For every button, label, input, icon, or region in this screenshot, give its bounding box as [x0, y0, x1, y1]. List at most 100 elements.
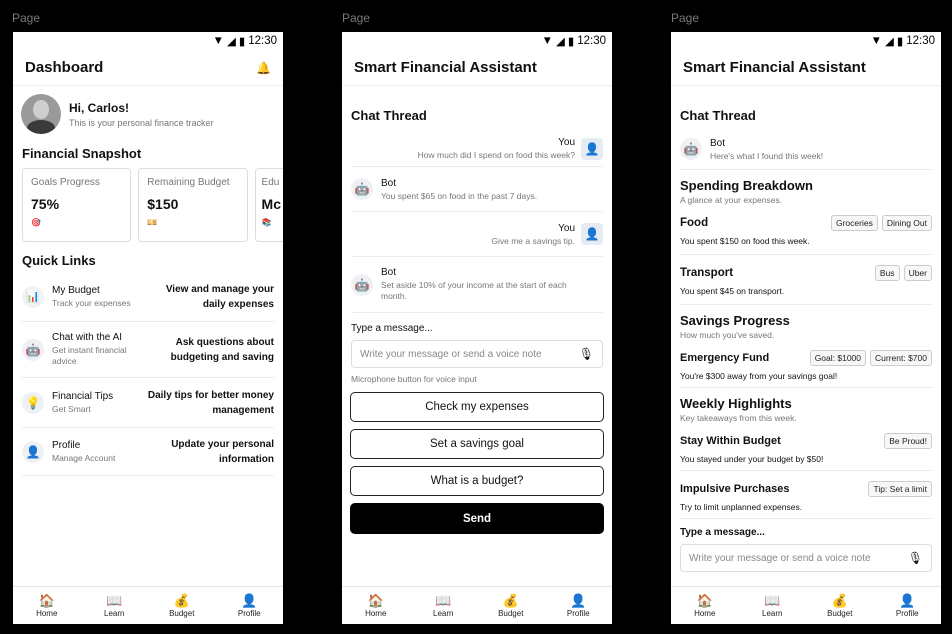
lightbulb-icon: 💡: [22, 391, 44, 414]
user-icon: 👤: [581, 223, 603, 245]
home-icon: 🏠: [38, 593, 55, 608]
page-title: Smart Financial Assistant: [683, 59, 866, 76]
status-bar: ▼ ◢ ▮ 12:30: [671, 32, 941, 50]
microphone-icon[interactable]: 🎙: [579, 347, 594, 361]
page-title: Smart Financial Assistant: [354, 59, 537, 76]
link-subtitle: Get instant financial advice: [52, 345, 127, 366]
message-text: How much did I spend on food this week?: [417, 150, 575, 160]
chat-message-bot: 🤖 Bot You spent $65 on food in the past …: [351, 167, 603, 212]
user-icon: 👤: [570, 593, 587, 608]
microphone-icon[interactable]: 🎙: [908, 551, 923, 565]
book-icon: 📖: [106, 593, 123, 608]
tag-chip[interactable]: Bus: [874, 265, 900, 281]
nav-label: Budget: [169, 609, 195, 618]
section-title-chat-thread: Chat Thread: [351, 108, 427, 123]
snapshot-card-edu[interactable]: Edu Mc 📚: [254, 168, 283, 242]
tag-chip[interactable]: Dining Out: [881, 215, 932, 231]
bottom-nav: 🏠 Home 📖 Learn 💰 Budget 👤 Profile: [13, 586, 283, 624]
nav-profile[interactable]: 👤 Profile: [219, 593, 279, 618]
money-icon: 💴: [147, 218, 158, 227]
type-message-label: Type a message...: [351, 323, 433, 334]
nav-label: Profile: [237, 609, 261, 618]
page-title: Dashboard: [25, 59, 104, 76]
message-sender: You: [558, 137, 575, 148]
wifi-icon: ▼: [212, 35, 225, 47]
section-title-quick-links: Quick Links: [22, 253, 96, 268]
nav-profile[interactable]: 👤 Profile: [548, 593, 608, 618]
user-icon: 👤: [241, 593, 258, 608]
home-icon: 🏠: [367, 593, 384, 608]
book-icon: 📖: [764, 593, 781, 608]
link-subtitle: Track your expenses: [52, 298, 131, 308]
money-bag-icon: 💰: [173, 593, 190, 608]
card-text: You're $300 away from your savings goal!: [680, 371, 838, 381]
tag-chip[interactable]: Be Proud!: [884, 433, 932, 449]
card-label: Goals Progress: [31, 177, 100, 188]
tag-chip[interactable]: Goal: $1000: [809, 350, 867, 366]
card-title: Food: [680, 217, 709, 229]
snapshot-card-goals[interactable]: Goals Progress 75% 🎯: [22, 168, 132, 242]
card-title: Stay Within Budget: [680, 435, 781, 447]
message-text: Set aside 10% of your income at the star…: [381, 280, 567, 301]
nav-budget[interactable]: 💰 Budget: [152, 593, 212, 618]
nav-profile[interactable]: 👤 Profile: [877, 593, 937, 618]
tag-chip[interactable]: Uber: [903, 265, 932, 281]
chat-message-bot: 🤖 Bot Set aside 10% of your income at th…: [351, 257, 603, 313]
message-text: Here's what I found this week!: [710, 150, 824, 161]
bell-icon[interactable]: 🔔: [256, 61, 271, 75]
link-description: Daily tips for better money management: [147, 389, 274, 416]
quick-link-tips[interactable]: 💡 Financial Tips Get Smart Daily tips fo…: [22, 378, 274, 428]
nav-label: Learn: [762, 609, 783, 618]
message-input-placeholder: Write your message or send a voice note: [360, 348, 542, 360]
nav-label: Budget: [827, 609, 853, 618]
quick-link-chat[interactable]: 🤖 Chat with the AI Get instant financial…: [22, 322, 274, 378]
section-title-spending: Spending Breakdown: [680, 178, 813, 193]
section-subtitle: Key takeaways from this week.: [680, 413, 797, 423]
tag-chip[interactable]: Groceries: [830, 215, 878, 231]
status-time: 12:30: [248, 35, 277, 47]
card-value: $150: [147, 196, 179, 212]
savings-goal-button[interactable]: Set a savings goal: [350, 429, 604, 459]
link-subtitle: Manage Account: [52, 453, 116, 463]
page-label: Page: [342, 11, 371, 25]
nav-label: Profile: [895, 609, 919, 618]
what-is-budget-button[interactable]: What is a budget?: [350, 466, 604, 496]
send-button[interactable]: Send: [350, 503, 604, 534]
bottom-nav: 🏠 Home 📖 Learn 💰 Budget 👤 Profile: [342, 586, 612, 624]
tag-chip[interactable]: Tip: Set a limit: [868, 481, 932, 497]
link-subtitle: Get Smart: [52, 404, 91, 414]
nav-budget[interactable]: 💰 Budget: [810, 593, 870, 618]
type-message-label: Type a message...: [680, 527, 765, 538]
quick-link-profile[interactable]: 👤 Profile Manage Account Update your per…: [22, 428, 274, 476]
page-label: Page: [671, 11, 700, 25]
section-title-chat-thread: Chat Thread: [680, 108, 756, 123]
nav-home[interactable]: 🏠 Home: [675, 593, 735, 618]
quick-link-budget[interactable]: 📊 My Budget Track your expenses View and…: [22, 272, 274, 322]
nav-home[interactable]: 🏠 Home: [17, 593, 77, 618]
user-icon: 👤: [581, 137, 603, 160]
app-bar: Smart Financial Assistant: [342, 50, 612, 86]
message-input[interactable]: Write your message or send a voice note …: [680, 544, 932, 572]
wifi-icon: ▼: [541, 35, 554, 47]
nav-budget[interactable]: 💰 Budget: [481, 593, 541, 618]
status-bar: ▼ ◢ ▮ 12:30: [13, 32, 283, 50]
money-bag-icon: 💰: [502, 593, 519, 608]
nav-learn[interactable]: 📖 Learn: [742, 593, 802, 618]
link-title: My Budget: [52, 285, 100, 296]
message-input[interactable]: Write your message or send a voice note …: [351, 340, 603, 368]
tag-chip[interactable]: Current: $700: [870, 350, 932, 366]
dashboard-screen: ▼ ◢ ▮ 12:30 Dashboard 🔔 Hi, Carlos! This…: [13, 32, 283, 624]
nav-learn[interactable]: 📖 Learn: [84, 593, 144, 618]
avatar[interactable]: [21, 94, 61, 134]
signal-icon: ◢: [556, 36, 565, 48]
quick-links-list: 📊 My Budget Track your expenses View and…: [13, 272, 283, 476]
spending-breakdown: Spending Breakdown A glance at your expe…: [671, 170, 941, 205]
nav-home[interactable]: 🏠 Home: [346, 593, 406, 618]
nav-learn[interactable]: 📖 Learn: [413, 593, 473, 618]
food-card: Food Groceries Dining Out You spent $150…: [680, 205, 932, 255]
nav-label: Learn: [433, 609, 454, 618]
app-bar: Smart Financial Assistant: [671, 50, 941, 86]
check-expenses-button[interactable]: Check my expenses: [350, 392, 604, 422]
books-icon: 📚: [261, 218, 272, 227]
snapshot-card-budget[interactable]: Remaining Budget $150 💴: [138, 168, 248, 242]
